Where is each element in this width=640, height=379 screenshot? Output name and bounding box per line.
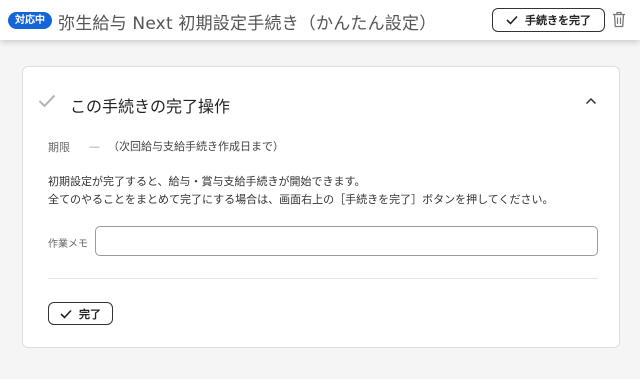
panel-title: この手続きの完了操作	[70, 97, 231, 116]
chevron-up-icon[interactable]	[585, 97, 597, 105]
check-icon	[60, 309, 72, 319]
check-icon	[38, 94, 56, 108]
description-line: 初期設定が完了すると、給与・賞与支給手続きが開始できます。	[48, 175, 366, 188]
deadline-dash: —	[89, 140, 100, 153]
divider	[48, 278, 598, 279]
check-icon	[506, 15, 518, 25]
completion-panel: この手続きの完了操作 期限 — （次回給与支給手続き作成日まで） 初期設定が完了す…	[22, 66, 620, 348]
header-bar: 対応中 弥生給与 Next 初期設定手続き（かんたん設定） 手続きを完了	[0, 0, 640, 40]
deadline-text: （次回給与支給手続き作成日まで）	[108, 140, 284, 153]
deadline-label: 期限	[48, 141, 70, 154]
memo-label: 作業メモ	[48, 239, 88, 250]
complete-procedure-button[interactable]: 手続きを完了	[492, 8, 605, 32]
status-badge: 対応中	[8, 12, 52, 29]
deadline-value: — （次回給与支給手続き作成日まで）	[89, 138, 284, 154]
memo-input[interactable]	[95, 226, 598, 256]
description-line: 全てのやることをまとめて完了にする場合は、画面右上の［手続きを完了］ボタンを押し…	[48, 193, 554, 206]
trash-icon[interactable]	[612, 11, 626, 28]
complete-procedure-label: 手続きを完了	[525, 14, 591, 27]
page-title: 弥生給与 Next 初期設定手続き（かんたん設定）	[58, 14, 437, 34]
done-button[interactable]: 完了	[48, 302, 113, 325]
done-button-label: 完了	[79, 307, 101, 321]
description: 初期設定が完了すると、給与・賞与支給手続きが開始できます。 全てのやることをまと…	[48, 173, 553, 209]
